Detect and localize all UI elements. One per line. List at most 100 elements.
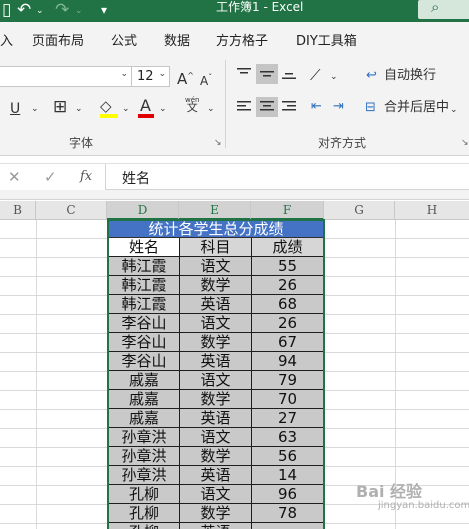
underline-dropdown-icon[interactable]: ⌄	[31, 100, 39, 118]
confirm-icon[interactable]: ✓	[44, 168, 57, 186]
table-cell-name[interactable]: 孙章洪	[108, 428, 180, 447]
table-cell-name[interactable]: 韩江霞	[108, 257, 180, 276]
table-cell-score[interactable]: 79	[252, 371, 324, 390]
shrink-font-button[interactable]: Aˇ	[200, 69, 212, 90]
column-header-g[interactable]: G	[324, 201, 395, 220]
orientation-icon[interactable]: ⟋	[310, 66, 321, 84]
merge-dropdown-icon[interactable]: ⌄	[450, 101, 458, 119]
align-middle-button[interactable]	[256, 64, 278, 84]
font-color-dropdown-icon[interactable]: ⌄	[159, 100, 167, 118]
align-left-button[interactable]	[235, 97, 253, 117]
increase-indent-icon[interactable]: ⇥	[333, 98, 344, 116]
font-name-select[interactable]: ⌄	[0, 66, 132, 87]
table-cell-subject[interactable]: 语文	[180, 314, 252, 333]
table-cell-score[interactable]	[252, 523, 324, 529]
table-header-score[interactable]: 成绩	[252, 238, 324, 257]
align-bottom-button[interactable]	[280, 64, 298, 84]
table-cell-score[interactable]: 55	[252, 257, 324, 276]
table-cell-name[interactable]: 孙章洪	[108, 447, 180, 466]
column-header-d[interactable]: D	[107, 201, 179, 220]
tab-data[interactable]: 数据	[164, 30, 190, 49]
font-color-button[interactable]: A	[140, 97, 151, 115]
merge-center-button[interactable]: 合并后居中	[384, 99, 449, 117]
undo-dropdown-icon[interactable]: ⌄	[36, 1, 44, 23]
search-box[interactable]: ⌕	[418, 0, 469, 19]
phonetic-guide-button[interactable]: wén 文	[185, 96, 199, 113]
align-top-button[interactable]	[235, 64, 253, 84]
table-cell-name[interactable]: 孙章洪	[108, 466, 180, 485]
phonetic-dropdown-icon[interactable]: ⌄	[207, 100, 215, 118]
font-dialog-launcher-icon[interactable]: ↘	[214, 138, 222, 148]
table-cell-subject[interactable]: 数学	[180, 390, 252, 409]
fill-color-dropdown-icon[interactable]: ⌄	[122, 100, 130, 118]
customize-toolbar-icon[interactable]: ▾	[101, 0, 107, 22]
tab-diy-toolbox[interactable]: DIY工具箱	[296, 30, 357, 49]
border-dropdown-icon[interactable]: ⌄	[75, 100, 83, 118]
table-cell-score[interactable]: 27	[252, 409, 324, 428]
table-cell-subject[interactable]: 英语	[180, 466, 252, 485]
table-cell-name[interactable]: 戚嘉	[108, 390, 180, 409]
tab-formulas[interactable]: 公式	[111, 30, 137, 49]
table-header-subject[interactable]: 科目	[180, 238, 252, 257]
column-header-h[interactable]: H	[395, 201, 469, 220]
table-cell-score[interactable]: 67	[252, 333, 324, 352]
table-cell-name[interactable]: 李谷山	[108, 333, 180, 352]
table-cell-score[interactable]: 26	[252, 276, 324, 295]
table-cell-name[interactable]: 韩江霞	[108, 276, 180, 295]
table-cell-name[interactable]: 韩江霞	[108, 295, 180, 314]
table-cell-score[interactable]: 63	[252, 428, 324, 447]
alignment-dialog-launcher-icon[interactable]: ↘	[461, 138, 469, 148]
table-cell-subject[interactable]: 英语	[180, 352, 252, 371]
table-cell-subject[interactable]: 数学	[180, 504, 252, 523]
table-cell-score[interactable]: 94	[252, 352, 324, 371]
formula-input[interactable]: 姓名	[122, 168, 150, 188]
decrease-indent-icon[interactable]: ⇤	[311, 98, 322, 116]
table-cell-score[interactable]: 78	[252, 504, 324, 523]
table-cell-name[interactable]: 李谷山	[108, 314, 180, 333]
underline-button[interactable]: U	[10, 100, 20, 118]
table-cell-name[interactable]: 孔柳	[108, 504, 180, 523]
cancel-icon[interactable]: ✕	[8, 168, 21, 186]
column-header-e[interactable]: E	[179, 201, 251, 220]
tab-fangfangezi[interactable]: 方方格子	[216, 30, 268, 49]
table-cell-subject[interactable]: 英语	[180, 295, 252, 314]
orientation-dropdown-icon[interactable]: ⌄	[330, 68, 338, 86]
table-cell-subject[interactable]: 英语	[180, 523, 252, 529]
align-right-button[interactable]	[280, 97, 298, 117]
font-size-select[interactable]: 12 ⌄	[131, 66, 170, 87]
table-cell-subject[interactable]: 语文	[180, 428, 252, 447]
table-header-name[interactable]: 姓名	[108, 238, 180, 257]
table-cell-score[interactable]: 96	[252, 485, 324, 504]
table-cell-subject[interactable]: 数学	[180, 333, 252, 352]
table-cell-name[interactable]: 孔柳	[108, 523, 180, 529]
fill-color-icon[interactable]: ◇	[100, 97, 112, 115]
table-cell-score[interactable]: 70	[252, 390, 324, 409]
table-cell-score[interactable]: 26	[252, 314, 324, 333]
undo-icon[interactable]: ↶	[17, 0, 31, 22]
table-cell-name[interactable]: 孔柳	[108, 485, 180, 504]
table-cell-subject[interactable]: 语文	[180, 485, 252, 504]
table-cell-name[interactable]: 戚嘉	[108, 371, 180, 390]
column-header-f[interactable]: F	[251, 201, 324, 220]
table-cell-name[interactable]: 戚嘉	[108, 409, 180, 428]
column-header-c[interactable]: C	[36, 201, 107, 220]
table-cell-subject[interactable]: 语文	[180, 371, 252, 390]
table-cell-score[interactable]: 68	[252, 295, 324, 314]
save-icon[interactable]: ▯	[2, 0, 11, 22]
table-cell-name[interactable]: 李谷山	[108, 352, 180, 371]
redo-icon[interactable]: ↷	[55, 0, 69, 22]
redo-dropdown-icon[interactable]: ⌄	[75, 1, 83, 23]
table-cell-subject[interactable]: 数学	[180, 276, 252, 295]
table-cell-subject[interactable]: 数学	[180, 447, 252, 466]
table-cell-score[interactable]: 14	[252, 466, 324, 485]
insert-function-icon[interactable]: fx	[80, 169, 92, 184]
align-center-button[interactable]	[256, 97, 278, 117]
wrap-text-button[interactable]: 自动换行	[384, 67, 436, 85]
tab-insert[interactable]: 入	[0, 30, 13, 49]
grow-font-button[interactable]: A^	[177, 67, 194, 88]
tab-page-layout[interactable]: 页面布局	[32, 30, 84, 49]
table-cell-subject[interactable]: 语文	[180, 257, 252, 276]
table-cell-subject[interactable]: 英语	[180, 409, 252, 428]
border-icon[interactable]: ⊞	[53, 98, 67, 116]
table-title[interactable]: 统计各学生总分成绩	[108, 219, 324, 238]
